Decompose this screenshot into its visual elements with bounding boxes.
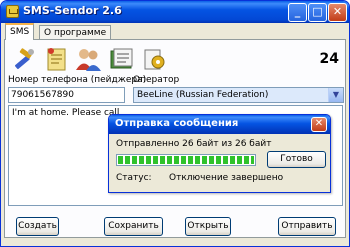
tools-icon[interactable] <box>10 45 38 73</box>
progress-bar <box>116 154 256 166</box>
status-value: Отключение завершено <box>169 173 284 183</box>
minimize-button[interactable]: _ <box>288 3 307 22</box>
operator-select[interactable]: BeeLine (Russian Federation) ▼ <box>133 87 344 103</box>
title-bar[interactable]: SMS-Sendor 2.6 _ □ ✕ <box>1 1 349 23</box>
save-button[interactable]: Сохранить <box>104 217 163 236</box>
sending-dialog: Отправка сообщения ✕ Отправленно 26 байт… <box>108 114 331 193</box>
dialog-title[interactable]: Отправка сообщения <box>109 115 330 134</box>
send-button[interactable]: Отправить <box>278 217 336 236</box>
open-button[interactable]: Открыть <box>185 217 231 236</box>
phone-label: Номер телефона (пейджера) <box>8 75 147 85</box>
contacts-icon[interactable] <box>74 45 102 73</box>
operator-value: BeeLine (Russian Federation) <box>137 90 269 100</box>
settings-icon[interactable] <box>140 45 168 73</box>
done-button[interactable]: Готово <box>267 151 326 168</box>
tab-sms[interactable]: SMS <box>5 23 35 40</box>
close-button[interactable]: ✕ <box>328 3 347 22</box>
sent-bytes-text: Отправленно 26 байт из 26 байт <box>116 139 272 149</box>
main-window: SMS-Sendor 2.6 _ □ ✕ SMS О программе 24 <box>0 0 350 247</box>
message-text: I'm at home. Please call <box>12 108 120 118</box>
create-button[interactable]: Создать <box>16 217 59 236</box>
character-counter: 24 <box>319 51 339 67</box>
operator-label: Оператор <box>133 75 180 85</box>
dialog-close-button[interactable]: ✕ <box>311 117 327 132</box>
notes-icon[interactable] <box>42 45 70 73</box>
window-title: SMS-Sendor 2.6 <box>23 4 122 17</box>
phone-book-icon[interactable] <box>108 45 136 73</box>
chevron-down-icon[interactable]: ▼ <box>328 88 343 102</box>
app-icon <box>6 5 19 18</box>
status-label: Статус: <box>116 173 152 183</box>
phone-field[interactable]: 79061567890 <box>8 87 125 103</box>
progress-fill <box>118 156 254 164</box>
maximize-button[interactable]: □ <box>308 3 327 22</box>
